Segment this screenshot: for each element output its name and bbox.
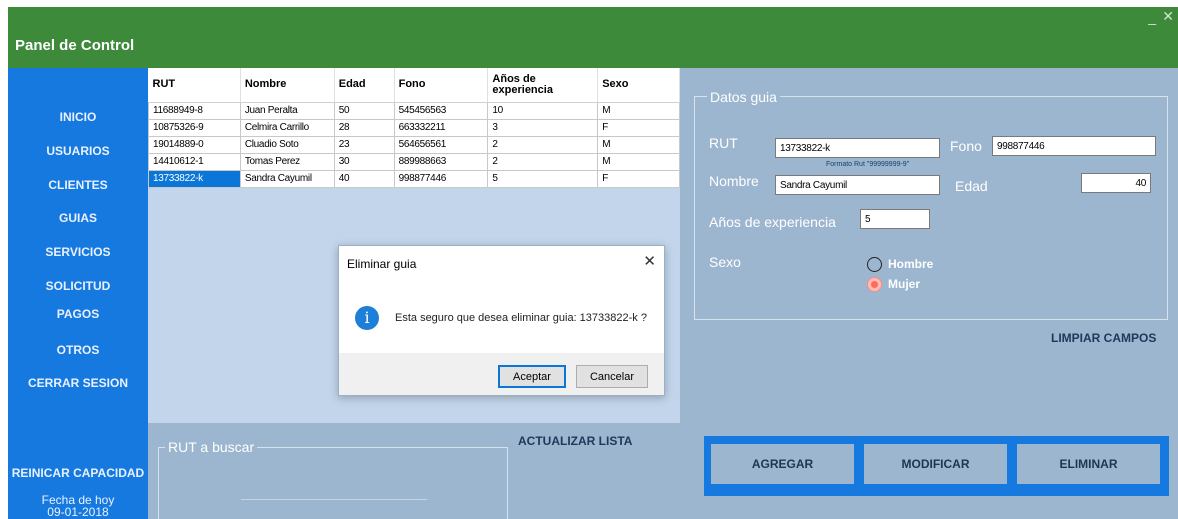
table-cell[interactable]: 23: [333, 135, 395, 154]
experiencia-label: Años de experiencia: [709, 214, 836, 230]
experiencia-field[interactable]: [860, 209, 930, 229]
sidebar-item-guias[interactable]: GUIAS: [8, 211, 148, 225]
column-header-experiencia[interactable]: Años de experiencia: [487, 68, 599, 103]
table-cell[interactable]: 14410612-1: [148, 152, 241, 171]
fono-field[interactable]: [992, 136, 1156, 156]
table-row[interactable]: 10875326-9 Celmira Carrillo 28 663332211…: [148, 118, 680, 137]
rut-field[interactable]: [775, 138, 940, 158]
rut-label: RUT: [709, 135, 738, 151]
table-row-selected[interactable]: 13733822-k Sandra Cayumil 40 998877446 5…: [148, 169, 680, 188]
dialog-close-icon[interactable]: ✕: [643, 252, 656, 270]
dialog-message: Esta seguro que desea eliminar guia: 137…: [395, 312, 647, 324]
table-row[interactable]: 19014889-0 Cluadio Soto 23 564656561 2 M: [148, 135, 680, 154]
sidebar-item-cerrar-sesion[interactable]: CERRAR SESION: [8, 376, 148, 390]
rut-search-group: RUT a buscar: [158, 439, 508, 519]
table-cell[interactable]: M: [597, 152, 680, 171]
sidebar-item-solicitud[interactable]: SOLICITUD: [8, 279, 148, 293]
cancelar-button[interactable]: Cancelar: [576, 365, 648, 388]
table-cell[interactable]: 2: [487, 135, 599, 154]
date-value: 09-01-2018: [47, 505, 109, 519]
edad-field[interactable]: [1081, 173, 1151, 193]
title-bar: Panel de Control _ ✕: [8, 7, 1178, 68]
limpiar-campos-button[interactable]: LIMPIAR CAMPOS: [1051, 331, 1156, 345]
info-icon: i: [355, 306, 379, 330]
nombre-label: Nombre: [709, 173, 759, 189]
column-header-sexo[interactable]: Sexo: [597, 68, 680, 103]
modificar-button[interactable]: MODIFICAR: [864, 444, 1007, 484]
table-cell[interactable]: 30: [333, 152, 395, 171]
table-cell[interactable]: Tomas Perez: [239, 152, 335, 171]
dialog-footer: Aceptar Cancelar: [339, 353, 664, 395]
hombre-radio-label[interactable]: Hombre: [888, 257, 933, 271]
table-cell[interactable]: F: [597, 118, 680, 137]
app-window: Panel de Control _ ✕ INICIO USUARIOS CLI…: [8, 7, 1178, 519]
table-cell[interactable]: 564656561: [393, 135, 489, 154]
hombre-radio[interactable]: [867, 257, 882, 272]
table-cell[interactable]: 10: [487, 101, 599, 120]
aceptar-button[interactable]: Aceptar: [498, 365, 566, 388]
table-cell[interactable]: M: [597, 101, 680, 120]
rut-search-input[interactable]: [241, 480, 427, 500]
table-cell[interactable]: F: [597, 169, 680, 188]
sidebar: INICIO USUARIOS CLIENTES GUIAS SERVICIOS…: [8, 68, 148, 519]
rut-search-title: RUT a buscar: [165, 439, 258, 455]
agregar-button[interactable]: AGREGAR: [711, 444, 854, 484]
table-cell[interactable]: Sandra Cayumil: [239, 169, 335, 188]
table-row[interactable]: 14410612-1 Tomas Perez 30 889988663 2 M: [148, 152, 680, 171]
datos-guia-group: Datos guia: [694, 89, 1168, 320]
sidebar-item-pagos[interactable]: PAGOS: [8, 307, 148, 321]
column-header-rut[interactable]: RUT: [148, 68, 241, 103]
table-cell[interactable]: 998877446: [393, 169, 489, 188]
reset-capacity-button[interactable]: REINICAR CAPACIDAD: [8, 466, 148, 480]
actualizar-lista-button[interactable]: ACTUALIZAR LISTA: [518, 434, 632, 448]
sidebar-item-otros[interactable]: OTROS: [8, 343, 148, 357]
action-button-panel: AGREGAR MODIFICAR ELIMINAR: [704, 436, 1169, 496]
table-cell[interactable]: Celmira Carrillo: [239, 118, 335, 137]
table-cell[interactable]: 28: [333, 118, 395, 137]
table-cell[interactable]: 2: [487, 152, 599, 171]
window-title: Panel de Control: [15, 37, 135, 54]
table-cell[interactable]: Juan Peralta: [239, 101, 335, 120]
sidebar-item-servicios[interactable]: SERVICIOS: [8, 245, 148, 259]
table-cell[interactable]: 889988663: [393, 152, 489, 171]
rut-format-hint: Formato Rut "99999999-9": [826, 161, 910, 168]
eliminar-button[interactable]: ELIMINAR: [1017, 444, 1160, 484]
table-cell[interactable]: 10875326-9: [148, 118, 241, 137]
sidebar-item-usuarios[interactable]: USUARIOS: [8, 144, 148, 158]
table-cell[interactable]: Cluadio Soto: [239, 135, 335, 154]
table-cell[interactable]: 40: [333, 169, 395, 188]
datos-guia-title: Datos guia: [707, 89, 780, 105]
column-header-nombre[interactable]: Nombre: [240, 68, 335, 103]
close-window-icon[interactable]: ✕: [1162, 8, 1174, 25]
table-cell[interactable]: 50: [333, 101, 395, 120]
edad-label: Edad: [955, 178, 988, 194]
table-cell[interactable]: 663332211: [393, 118, 489, 137]
minimize-icon[interactable]: _: [1148, 9, 1156, 25]
mujer-radio[interactable]: [867, 277, 882, 292]
column-header-fono[interactable]: Fono: [394, 68, 489, 103]
table-cell[interactable]: 5: [487, 169, 599, 188]
fono-label: Fono: [950, 138, 982, 154]
dialog-title: Eliminar guia: [347, 257, 417, 271]
mujer-radio-label[interactable]: Mujer: [888, 277, 920, 291]
table-header-row: RUT Nombre Edad Fono Años de experiencia…: [148, 68, 680, 103]
nombre-field[interactable]: [775, 175, 940, 195]
sidebar-item-inicio[interactable]: INICIO: [8, 110, 148, 124]
table-row[interactable]: 11688949-8 Juan Peralta 50 545456563 10 …: [148, 101, 680, 120]
sexo-label: Sexo: [709, 254, 741, 270]
column-header-edad[interactable]: Edad: [334, 68, 395, 103]
table-cell[interactable]: 3: [487, 118, 599, 137]
sidebar-item-clientes[interactable]: CLIENTES: [8, 178, 148, 192]
table-cell[interactable]: M: [597, 135, 680, 154]
table-cell-selected[interactable]: 13733822-k: [148, 169, 241, 188]
guides-table: RUT Nombre Edad Fono Años de experiencia…: [148, 68, 680, 188]
table-cell[interactable]: 11688949-8: [148, 101, 241, 120]
eliminar-guia-dialog: Eliminar guia ✕ i Esta seguro que desea …: [338, 245, 665, 396]
table-cell[interactable]: 545456563: [393, 101, 489, 120]
table-cell[interactable]: 19014889-0: [148, 135, 241, 154]
